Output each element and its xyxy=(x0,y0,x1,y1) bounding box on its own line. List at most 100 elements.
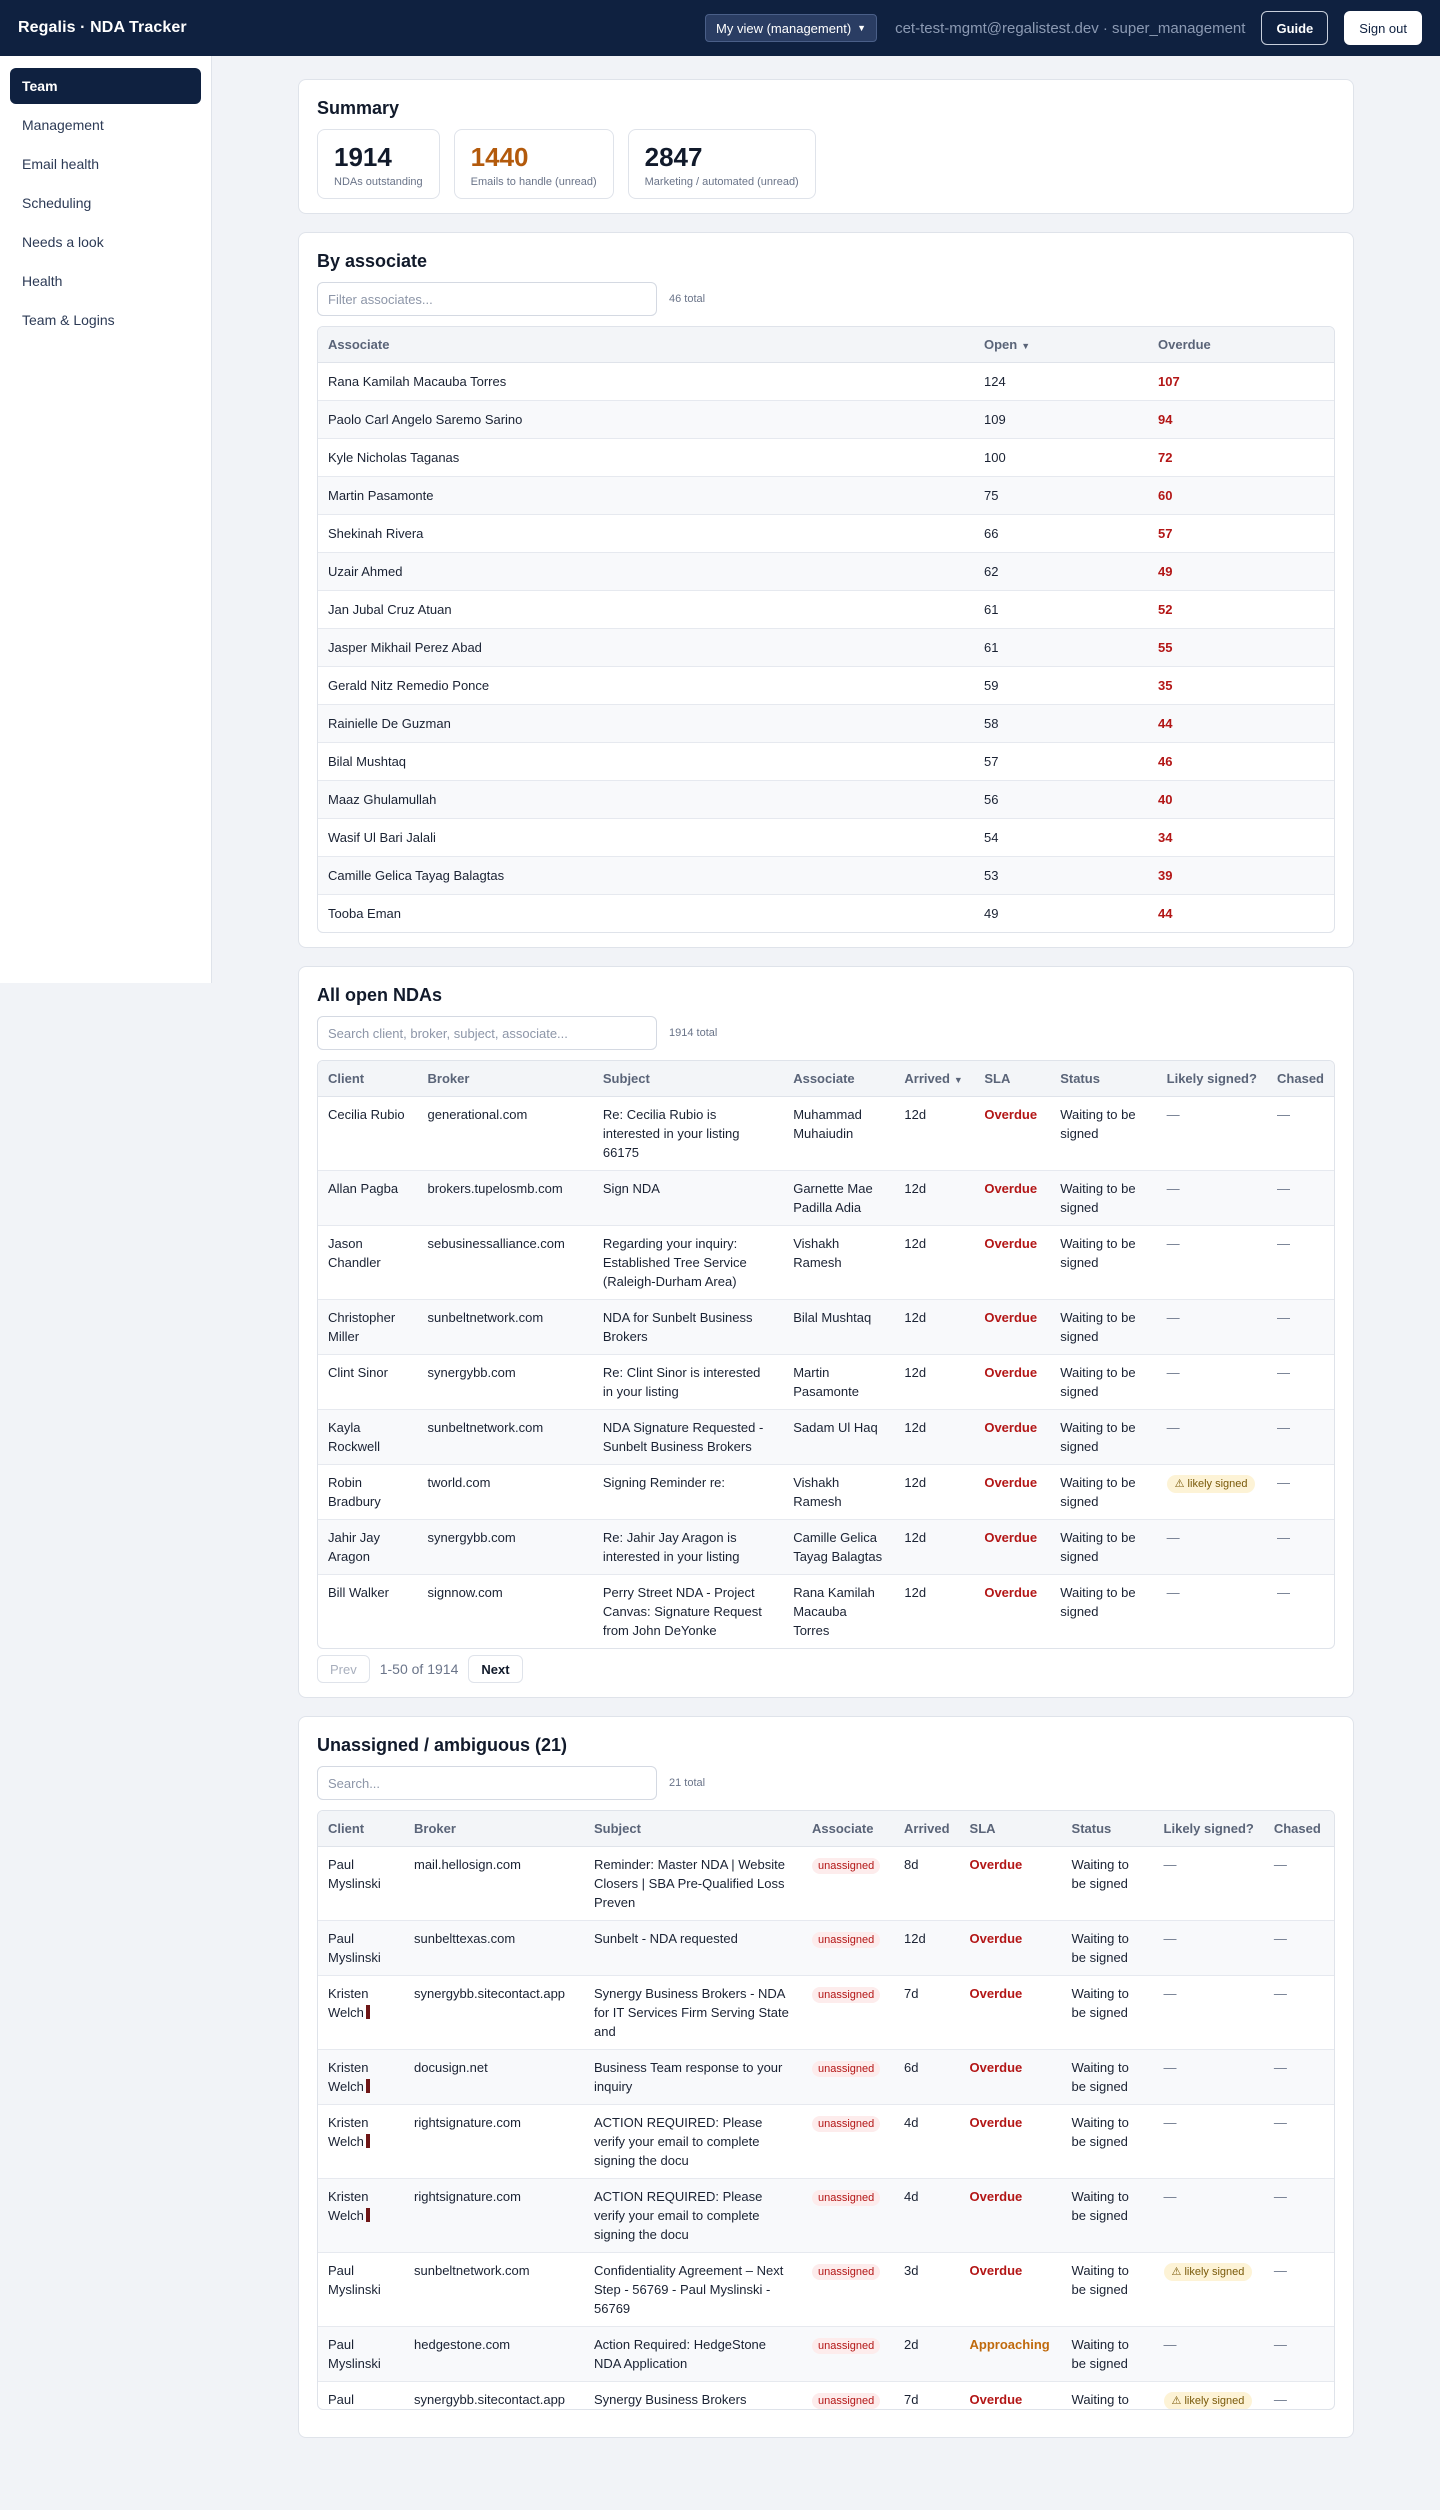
sla-cell: Approaching xyxy=(959,2326,1062,2382)
table-row[interactable]: Cecilia Rubio generational.com Re: Cecilia… xyxy=(318,1096,1334,1171)
main-content: Summary 1914 NDAs outstanding 1440 Emails t… xyxy=(298,56,1354,2438)
table-row[interactable]: Kayla Rockwell sunbeltnetwork.com NDA Sign… xyxy=(318,1409,1334,1465)
subject-cell: NDA for Sunbelt Business Brokers xyxy=(592,1299,784,1355)
table-row[interactable]: Paul Myslinski hedgestone.com Action Requi… xyxy=(318,2326,1334,2382)
arrived-cell: 12d xyxy=(894,1170,975,1226)
prev-page-button[interactable]: Prev xyxy=(317,1655,370,1683)
nda-search-input[interactable] xyxy=(317,1016,657,1050)
open-count: 66 xyxy=(974,514,1148,553)
column-header-status[interactable]: Status xyxy=(1050,1061,1157,1097)
table-row[interactable]: Christopher Miller sunbeltnetwork.com NDA … xyxy=(318,1299,1334,1355)
client-cell: Kayla Rockwell xyxy=(318,1409,418,1465)
client-name: Kristen Welch xyxy=(328,2060,369,2094)
likely-signed-cell: ⚠ likely signed xyxy=(1153,2252,1264,2327)
stat-label: Emails to handle (unread) xyxy=(470,176,597,188)
table-row[interactable]: Maaz Ghulamullah 56 40 xyxy=(318,780,1334,819)
table-row[interactable]: Camille Gelica Tayag Balagtas 53 39 xyxy=(318,856,1334,895)
column-header-arrived[interactable]: Arrived ▼ xyxy=(894,1061,975,1097)
column-header-broker[interactable]: Broker xyxy=(417,1061,593,1097)
status-cell: Waiting to be signed xyxy=(1050,1464,1157,1520)
sidebar-item-scheduling[interactable]: Scheduling xyxy=(10,185,201,221)
table-row[interactable]: Bill Walker signnow.com Perry Street NDA -… xyxy=(318,1575,1334,1649)
client-cell: Jahir Jay Aragon xyxy=(318,1519,418,1575)
column-header-client[interactable]: Client xyxy=(318,1061,418,1097)
table-row[interactable]: Allan Pagba brokers.tupelosmb.com Sign NDA… xyxy=(318,1170,1334,1226)
subject-cell: ACTION REQUIRED: Please verify your emai… xyxy=(584,2104,802,2179)
table-row[interactable]: Jahir Jay Aragon synergybb.com Re: Jahir J… xyxy=(318,1519,1334,1575)
unassigned-badge: unassigned xyxy=(812,1987,881,2003)
table-row[interactable]: Uzair Ahmed 62 49 xyxy=(318,552,1334,591)
table-row[interactable]: Clint Sinor synergybb.com Re: Clint Sinor … xyxy=(318,1354,1334,1410)
broker-cell: brokers.tupelosmb.com xyxy=(417,1170,593,1226)
sla-cell: Overdue xyxy=(974,1409,1051,1465)
unassigned-badge: unassigned xyxy=(812,2393,881,2409)
table-row[interactable]: Shekinah Rivera 66 57 xyxy=(318,514,1334,553)
column-header-chased[interactable]: Chased xyxy=(1267,1061,1334,1097)
table-row[interactable]: Kyle Nicholas Taganas 100 72 xyxy=(318,438,1334,477)
table-row[interactable]: Paul Myslinski synergybb.sitecontact.app S… xyxy=(318,2382,1334,2409)
table-row[interactable]: Kristen Welch rightsignature.com ACTION RE… xyxy=(318,2104,1334,2179)
column-header-chased[interactable]: Chased xyxy=(1263,1811,1334,1847)
associate-cell: unassigned xyxy=(802,2252,894,2327)
sidebar-item-management[interactable]: Management xyxy=(10,107,201,143)
table-row[interactable]: Rainielle De Guzman 58 44 xyxy=(318,704,1334,743)
column-header-sla[interactable]: SLA xyxy=(974,1061,1051,1097)
sidebar-item-team[interactable]: Team xyxy=(10,68,201,104)
unassigned-search-input[interactable] xyxy=(317,1766,657,1800)
column-header-likely-signed-[interactable]: Likely signed? xyxy=(1156,1061,1268,1097)
sidebar-item-team-logins[interactable]: Team & Logins xyxy=(10,302,201,338)
column-header-subject[interactable]: Subject xyxy=(592,1061,784,1097)
guide-button[interactable]: Guide xyxy=(1261,11,1329,45)
chevron-down-icon: ▼ xyxy=(857,23,867,33)
chased-cell: — xyxy=(1267,1299,1334,1355)
open-count: 109 xyxy=(974,400,1148,439)
column-header-overdue[interactable]: Overdue xyxy=(1148,327,1334,363)
broker-cell: sebusinessalliance.com xyxy=(417,1225,593,1300)
table-row[interactable]: Paul Myslinski sunbelttexas.com Sunbelt - … xyxy=(318,1920,1334,1976)
sidebar-item-needs-a-look[interactable]: Needs a look xyxy=(10,224,201,260)
table-row[interactable]: Jasper Mikhail Perez Abad 61 55 xyxy=(318,628,1334,667)
column-header-subject[interactable]: Subject xyxy=(584,1811,802,1847)
next-page-button[interactable]: Next xyxy=(468,1655,523,1683)
table-row[interactable]: Bilal Mushtaq 57 46 xyxy=(318,742,1334,781)
sidebar-item-health[interactable]: Health xyxy=(10,263,201,299)
column-header-likely-signed-[interactable]: Likely signed? xyxy=(1153,1811,1264,1847)
associate-filter-input[interactable] xyxy=(317,282,657,316)
table-row[interactable]: Paul Myslinski sunbeltnetwork.com Confiden… xyxy=(318,2252,1334,2327)
broker-cell: hedgestone.com xyxy=(404,2326,584,2382)
sla-cell: Overdue xyxy=(974,1464,1051,1520)
table-row[interactable]: Wasif Ul Bari Jalali 54 34 xyxy=(318,818,1334,857)
column-header-open[interactable]: Open ▼ xyxy=(974,327,1148,363)
chased-cell: — xyxy=(1267,1354,1334,1410)
associate-name: Paolo Carl Angelo Saremo Sarino xyxy=(318,400,974,439)
table-row[interactable]: Rana Kamilah Macauba Torres 124 107 xyxy=(318,362,1334,401)
column-header-arrived[interactable]: Arrived xyxy=(894,1811,960,1847)
stat-label: NDAs outstanding xyxy=(334,176,423,188)
column-header-broker[interactable]: Broker xyxy=(404,1811,584,1847)
column-header-associate[interactable]: Associate xyxy=(802,1811,894,1847)
table-row[interactable]: Robin Bradbury tworld.com Signing Reminder… xyxy=(318,1464,1334,1520)
column-header-label: Arrived xyxy=(904,1071,950,1086)
table-row[interactable]: Kristen Welch docusign.net Business Team r… xyxy=(318,2049,1334,2105)
sidebar-item-email-health[interactable]: Email health xyxy=(10,146,201,182)
column-header-associate[interactable]: Associate xyxy=(783,1061,895,1097)
table-row[interactable]: Jason Chandler sebusinessalliance.com Rega… xyxy=(318,1225,1334,1300)
table-row[interactable]: Jan Jubal Cruz Atuan 61 52 xyxy=(318,590,1334,629)
chased-cell: — xyxy=(1263,1846,1334,1921)
table-row[interactable]: Paolo Carl Angelo Saremo Sarino 109 94 xyxy=(318,400,1334,439)
column-header-client[interactable]: Client xyxy=(318,1811,404,1847)
column-header-status[interactable]: Status xyxy=(1061,1811,1154,1847)
arrived-cell: 7d xyxy=(894,1975,960,2050)
table-row[interactable]: Kristen Welch rightsignature.com ACTION RE… xyxy=(318,2178,1334,2253)
subject-cell: Action Required: HedgeStone NDA Applicat… xyxy=(584,2326,802,2382)
table-row[interactable]: Kristen Welch synergybb.sitecontact.app Sy… xyxy=(318,1975,1334,2050)
column-header-associate[interactable]: Associate xyxy=(318,327,974,363)
view-select[interactable]: My view (management) ▼ xyxy=(705,14,878,42)
table-row[interactable]: Paul Myslinski mail.hellosign.com Reminder… xyxy=(318,1846,1334,1921)
column-header-sla[interactable]: SLA xyxy=(959,1811,1062,1847)
table-row[interactable]: Tooba Eman 49 44 xyxy=(318,895,1334,933)
table-row[interactable]: Gerald Nitz Remedio Ponce 59 35 xyxy=(318,666,1334,705)
table-row[interactable]: Martin Pasamonte 75 60 xyxy=(318,476,1334,515)
sign-out-button[interactable]: Sign out xyxy=(1344,11,1422,45)
overdue-count: 44 xyxy=(1158,906,1173,921)
